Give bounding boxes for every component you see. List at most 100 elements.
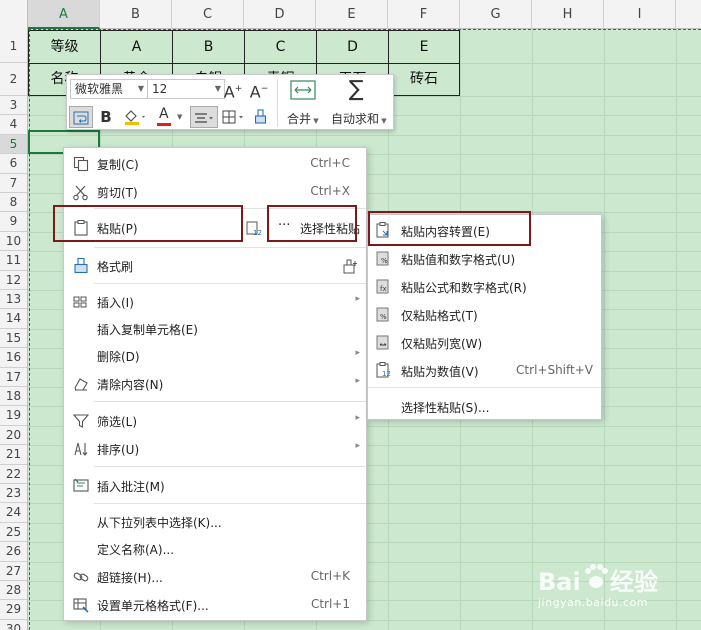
submenu-item-paste-formats-only[interactable]: % 仅粘贴格式(T) <box>368 300 601 328</box>
eraser-icon <box>74 378 88 391</box>
mini-toolbar: 微软雅黑 ▼ 12 ▼ A+ A− B A ▼ 合并 ▼ ∑ 自动求和 ▼ <box>66 74 394 130</box>
menu-divider <box>94 283 366 284</box>
row-header-17[interactable]: 17 <box>0 368 27 387</box>
paste-formats-icon: % <box>376 307 389 322</box>
menu-divider <box>94 401 366 402</box>
font-name-select[interactable]: 微软雅黑 ▼ <box>70 79 148 99</box>
menu-item-insert-copied-cells[interactable]: 插入复制单元格(E) <box>64 315 366 342</box>
row-header-8[interactable]: 8 <box>0 193 27 213</box>
column-header-f[interactable]: F <box>388 0 460 29</box>
submenu-item-paste-special[interactable]: 选择性粘贴(S)... <box>368 392 601 420</box>
row-header-5[interactable]: 5 <box>0 134 27 155</box>
row-header-7[interactable]: 7 <box>0 174 27 193</box>
menu-item-format-painter[interactable]: 格式刷 <box>64 252 366 279</box>
wrap-text-button[interactable] <box>69 106 93 128</box>
font-size-select[interactable]: 12 ▼ <box>147 79 225 99</box>
format-painter-button[interactable] <box>251 106 271 128</box>
cell-e1[interactable]: D <box>316 30 389 64</box>
row-header-20[interactable]: 20 <box>0 426 27 446</box>
column-header-e[interactable]: E <box>316 0 388 29</box>
select-all-corner[interactable] <box>0 0 28 29</box>
column-header-g[interactable]: G <box>460 0 532 29</box>
decrease-font-size-button[interactable]: A− <box>248 78 270 101</box>
menu-item-format-cells[interactable]: 设置单元格格式(F)... Ctrl+1 <box>64 591 366 618</box>
menu-item-delete[interactable]: 删除(D) ▸ <box>64 342 366 369</box>
cell-f2[interactable]: 砖石 <box>388 63 460 96</box>
brush-icon <box>254 109 267 124</box>
row-header-11[interactable]: 11 <box>0 251 27 271</box>
row-header-9[interactable]: 9 <box>0 212 27 232</box>
row-header-30[interactable]: 30 <box>0 620 27 630</box>
menu-item-insert-comment[interactable]: 插入批注(M) <box>64 472 366 499</box>
row-header-23[interactable]: 23 <box>0 484 27 504</box>
submenu-item-paste-values-number-formats[interactable]: % 粘贴值和数字格式(U) <box>368 244 601 272</box>
row-header-27[interactable]: 27 <box>0 562 27 581</box>
row-header-24[interactable]: 24 <box>0 503 27 523</box>
menu-item-cut[interactable]: 剪切(T) Ctrl+X <box>64 178 366 205</box>
cell-a1[interactable]: 等级 <box>28 30 101 64</box>
menu-item-sort[interactable]: 排序(U) ▸ <box>64 435 366 462</box>
row-header-29[interactable]: 29 <box>0 600 27 620</box>
row-header-22[interactable]: 22 <box>0 465 27 484</box>
cell-b1[interactable]: A <box>100 30 173 64</box>
row-header-3[interactable]: 3 <box>0 96 27 116</box>
svg-text:12: 12 <box>253 229 262 237</box>
cell-d1[interactable]: C <box>244 30 317 64</box>
row-header-2[interactable]: 2 <box>0 63 27 96</box>
row-header-12[interactable]: 12 <box>0 271 27 290</box>
merge-button-icon-wrap[interactable] <box>285 80 321 104</box>
submenu-item-paste-column-widths[interactable]: 仅粘贴列宽(W) <box>368 328 601 356</box>
menu-divider <box>94 466 366 467</box>
row-header-18[interactable]: 18 <box>0 387 27 407</box>
minus-icon: − <box>260 84 269 94</box>
column-header-b[interactable]: B <box>100 0 172 29</box>
row-header-6[interactable]: 6 <box>0 154 27 174</box>
row-header-19[interactable]: 19 <box>0 406 27 426</box>
chevron-right-icon: ▸ <box>355 376 360 386</box>
row-header-26[interactable]: 26 <box>0 542 27 562</box>
chevron-right-icon: ▸ <box>355 413 360 423</box>
menu-item-insert[interactable]: 插入(I) ▸ <box>64 288 366 315</box>
fill-color-button[interactable] <box>119 106 153 128</box>
row-header-14[interactable]: 14 <box>0 309 27 329</box>
submenu-divider <box>368 387 601 388</box>
row-header-10[interactable]: 10 <box>0 232 27 252</box>
row-header-4[interactable]: 4 <box>0 115 27 135</box>
autosum-button[interactable]: 自动求和 ▼ <box>331 110 387 127</box>
menu-item-pick-from-list[interactable]: 从下拉列表中选择(K)... <box>64 508 366 535</box>
align-center-button[interactable] <box>190 106 218 128</box>
column-header-c[interactable]: C <box>172 0 244 29</box>
submenu-item-paste-as-values[interactable]: 12 粘贴为数值(V) Ctrl+Shift+V <box>368 356 601 384</box>
highlight-box-transpose <box>368 211 531 246</box>
increase-font-size-button[interactable]: A+ <box>222 78 244 101</box>
sigma-icon[interactable]: ∑ <box>343 79 369 103</box>
menu-item-copy[interactable]: 复制(C) Ctrl+C <box>64 150 366 177</box>
menu-item-filter[interactable]: 筛选(L) ▸ <box>64 407 366 434</box>
row-header-21[interactable]: 21 <box>0 445 27 465</box>
font-color-button[interactable]: A ▼ <box>155 106 189 128</box>
menu-divider <box>94 503 366 504</box>
row-header-13[interactable]: 13 <box>0 290 27 310</box>
column-header-i[interactable]: I <box>604 0 676 29</box>
merge-button[interactable]: 合并 ▼ <box>287 110 319 127</box>
menu-item-clear-contents[interactable]: 清除内容(N) ▸ <box>64 370 366 397</box>
column-header-a[interactable]: A <box>28 0 100 29</box>
menu-item-define-name[interactable]: 定义名称(A)... <box>64 535 366 562</box>
row-header-25[interactable]: 25 <box>0 523 27 543</box>
row-header-16[interactable]: 16 <box>0 348 27 368</box>
row-header-15[interactable]: 15 <box>0 329 27 349</box>
scissors-icon <box>73 185 88 201</box>
cell-c1[interactable]: B <box>172 30 245 64</box>
column-header-h[interactable]: H <box>532 0 604 29</box>
column-header-d[interactable]: D <box>244 0 316 29</box>
row-header-28[interactable]: 28 <box>0 581 27 601</box>
cell-f1[interactable]: E <box>388 30 460 64</box>
svg-text:经验: 经验 <box>610 568 658 596</box>
menu-item-hyperlink[interactable]: 超链接(H)... Ctrl+K <box>64 563 366 590</box>
borders-button[interactable] <box>219 106 249 128</box>
paste-values-quick-button[interactable]: 12 <box>240 214 268 241</box>
row-header-1[interactable]: 1 <box>0 29 27 63</box>
chevron-down-icon: ▼ <box>214 84 221 93</box>
bold-button[interactable]: B <box>96 106 116 128</box>
submenu-item-paste-formulas-number-formats[interactable]: fx 粘贴公式和数字格式(R) <box>368 272 601 300</box>
